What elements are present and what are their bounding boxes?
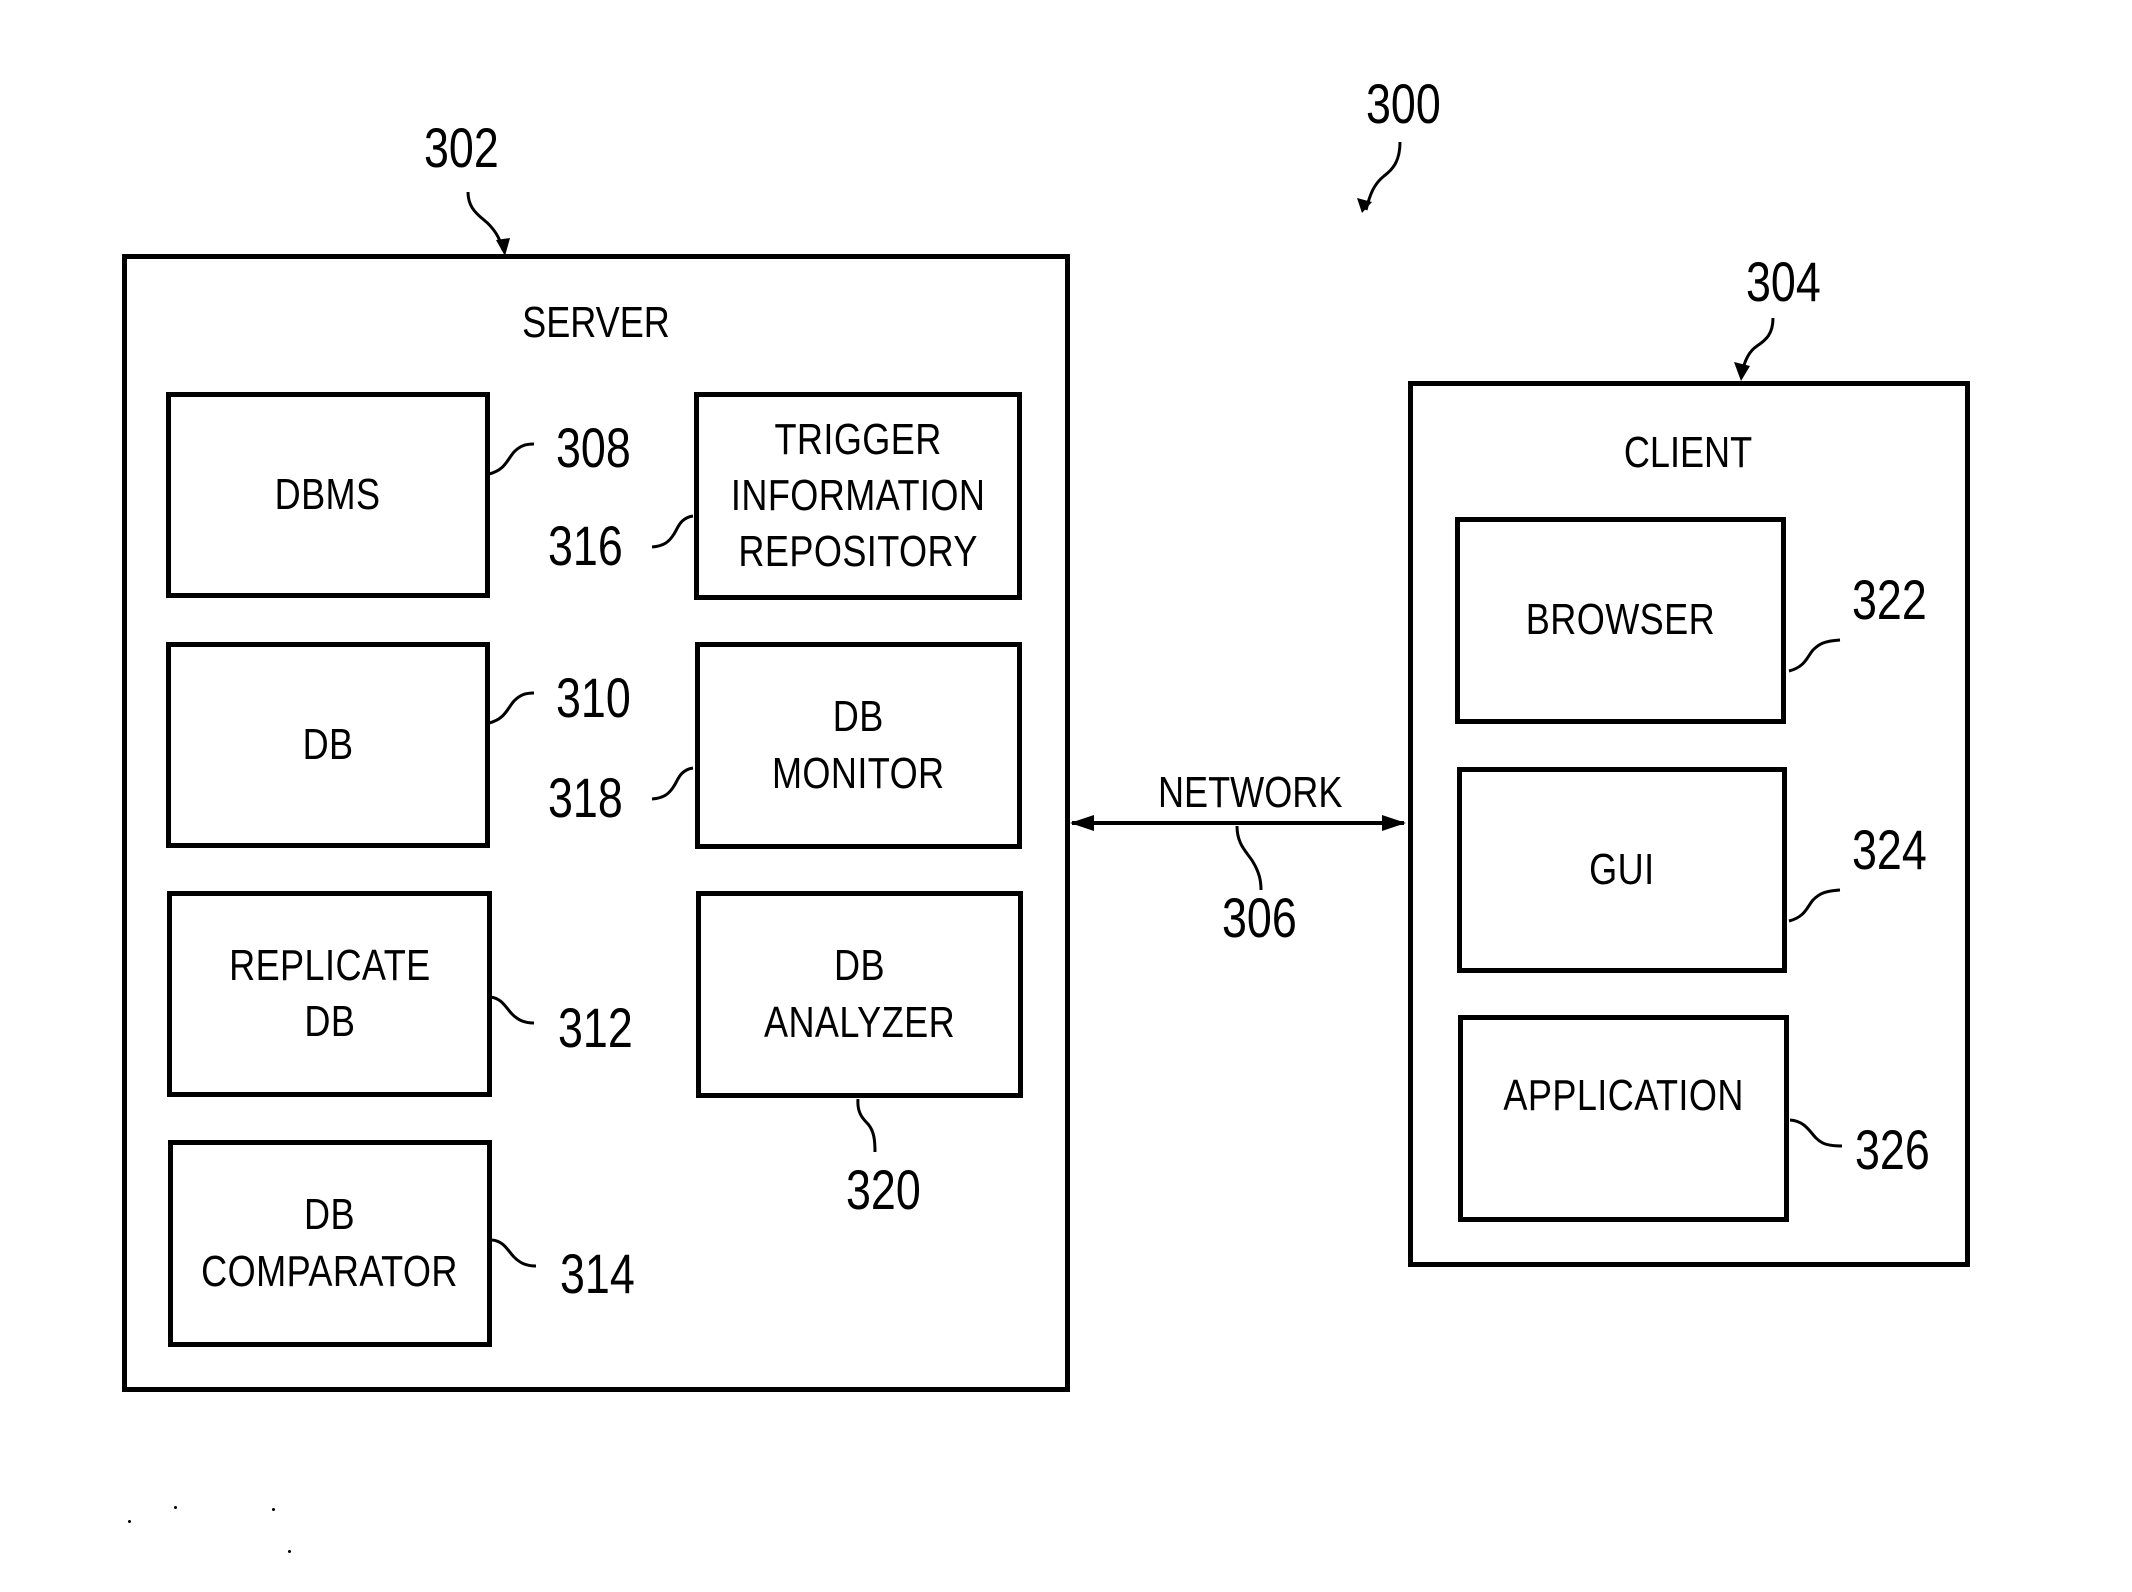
gui-box: GUI <box>1457 767 1787 973</box>
system-ref-number: 300 <box>1366 72 1441 135</box>
network-label: NETWORK <box>1158 768 1343 817</box>
dbms-ref-number: 308 <box>556 416 631 479</box>
network-ref-number: 306 <box>1222 886 1297 949</box>
db-analyzer-ref-number: 320 <box>846 1158 921 1221</box>
network-arrowhead-right <box>1382 815 1406 831</box>
replicate-db-box: REPLICATE DB <box>167 891 492 1097</box>
db-ref-number: 310 <box>556 666 631 729</box>
trigger-information-repository-box: TRIGGER INFORMATION REPOSITORY <box>694 392 1022 600</box>
gui-label: GUI <box>1589 844 1655 894</box>
client-ref-arrowhead <box>1734 362 1750 381</box>
db-analyzer-box: DB ANALYZER <box>696 891 1023 1098</box>
application-label: APPLICATION <box>1503 1071 1744 1121</box>
dbms-label: DBMS <box>275 469 381 519</box>
client-ref-number: 304 <box>1746 250 1821 313</box>
system-ref-arrow <box>1364 141 1402 211</box>
block-diagram: 300 302 304 306 SERVER DBMS 308 DB 310 R… <box>0 0 2132 1592</box>
db-comparator-label: DB COMPARATOR <box>201 1190 459 1296</box>
gui-ref-number: 324 <box>1852 818 1927 881</box>
network-ref-leader <box>1235 825 1263 891</box>
scan-artifact <box>288 1550 291 1553</box>
scan-artifact <box>128 1520 131 1523</box>
client-title: CLIENT <box>1623 428 1753 477</box>
browser-label: BROWSER <box>1525 595 1716 645</box>
application-box: APPLICATION <box>1458 1015 1789 1222</box>
db-analyzer-label: DB ANALYZER <box>763 941 956 1047</box>
server-title: SERVER <box>522 298 670 347</box>
db-box: DB <box>166 642 490 848</box>
replicate-db-ref-number: 312 <box>558 996 633 1059</box>
db-monitor-ref-number: 318 <box>548 766 623 829</box>
dbms-box: DBMS <box>166 392 490 598</box>
browser-box: BROWSER <box>1455 517 1786 724</box>
scan-artifact <box>272 1508 275 1511</box>
application-ref-number: 326 <box>1855 1118 1930 1181</box>
scan-artifact <box>174 1506 177 1509</box>
db-comparator-box: DB COMPARATOR <box>168 1140 492 1347</box>
server-ref-number: 302 <box>424 116 499 179</box>
db-label: DB <box>302 719 354 769</box>
db-comparator-ref-number: 314 <box>560 1242 635 1305</box>
trigger-information-repository-ref-number: 316 <box>548 514 623 577</box>
browser-ref-number: 322 <box>1852 568 1927 631</box>
db-monitor-box: DB MONITOR <box>695 642 1022 849</box>
db-monitor-label: DB MONITOR <box>772 692 945 798</box>
network-arrowhead-left <box>1070 815 1094 831</box>
trigger-information-repository-label: TRIGGER INFORMATION REPOSITORY <box>730 414 986 577</box>
replicate-db-label: REPLICATE DB <box>228 940 431 1046</box>
